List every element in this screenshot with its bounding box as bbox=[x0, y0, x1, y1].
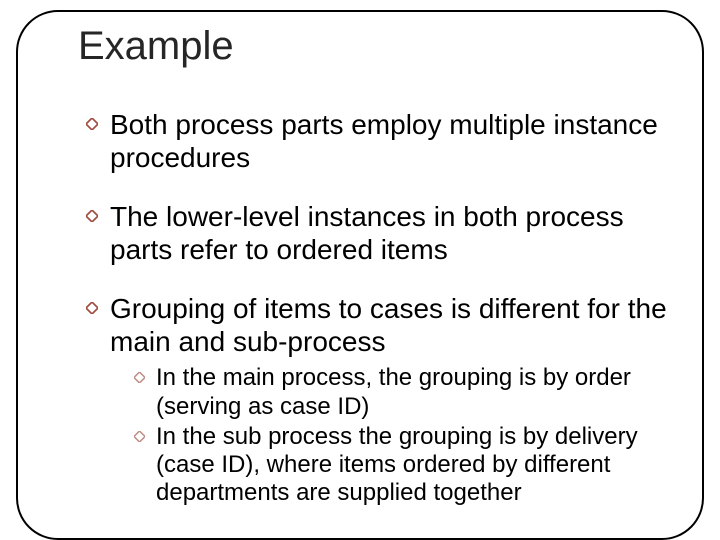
bullet-text: The lower-level instances in both proces… bbox=[110, 201, 624, 265]
diamond-bullet-icon bbox=[86, 210, 98, 222]
bullet-text: Both process parts employ multiple insta… bbox=[110, 109, 658, 173]
diamond-bullet-icon bbox=[134, 372, 145, 383]
diamond-bullet-icon bbox=[134, 431, 145, 442]
slide-title: Example bbox=[78, 24, 234, 69]
sub-bullet-text: In the main process, the grouping is by … bbox=[156, 364, 631, 419]
bullet-item: The lower-level instances in both proces… bbox=[86, 200, 680, 266]
slide-body: Both process parts employ multiple insta… bbox=[86, 108, 680, 534]
slide: Example Both process parts employ multip… bbox=[0, 0, 720, 540]
sub-bullet-item: In the sub process the grouping is by de… bbox=[134, 423, 680, 508]
diamond-bullet-icon bbox=[86, 118, 98, 130]
diamond-bullet-icon bbox=[86, 302, 98, 314]
bullet-text: Grouping of items to cases is different … bbox=[110, 293, 667, 357]
bullet-item: Grouping of items to cases is different … bbox=[86, 292, 680, 508]
bullet-item: Both process parts employ multiple insta… bbox=[86, 108, 680, 174]
sub-bullet-list: In the main process, the grouping is by … bbox=[110, 364, 680, 508]
sub-bullet-item: In the main process, the grouping is by … bbox=[134, 364, 680, 421]
sub-bullet-text: In the sub process the grouping is by de… bbox=[156, 423, 638, 507]
